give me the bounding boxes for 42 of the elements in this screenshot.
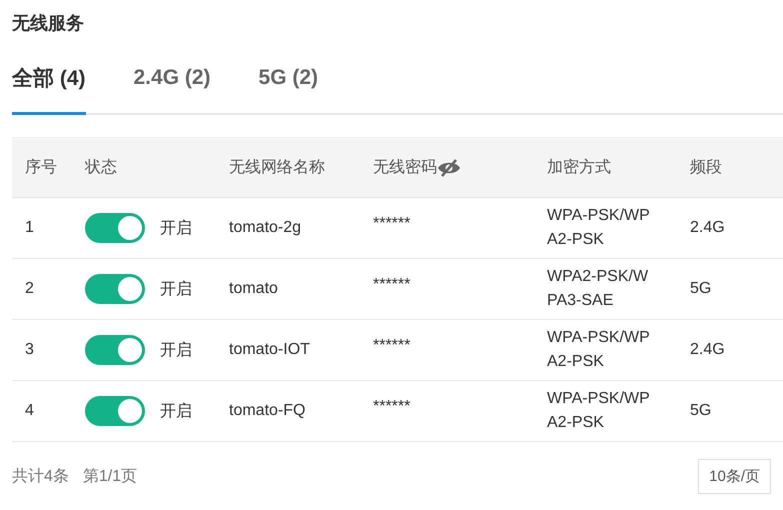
page-indicator: 第1/1页 bbox=[82, 467, 138, 487]
status-text: 开启 bbox=[160, 280, 192, 300]
table-cell: ****** bbox=[373, 337, 410, 354]
toggle-switch[interactable] bbox=[85, 274, 145, 304]
toggle-switch[interactable] bbox=[85, 213, 145, 243]
table-cell: ****** bbox=[373, 398, 410, 415]
table-cell-text: WPA-PSK/WPA2-PSK bbox=[547, 389, 651, 433]
table-cell-text: 2.4G bbox=[689, 219, 726, 237]
table-cell-text: WPA-PSK/WPA2-PSK bbox=[547, 328, 651, 372]
column-header: 加密方式 bbox=[547, 158, 611, 178]
toggle-switch[interactable] bbox=[85, 335, 145, 365]
page-size-select[interactable]: 10条/页 bbox=[698, 459, 771, 494]
filter-tab[interactable]: 5G (2) bbox=[258, 64, 318, 115]
column-header: 序号 bbox=[25, 158, 57, 178]
column-header: 无线密码 bbox=[373, 158, 437, 178]
filter-tab[interactable]: 全部 (4) bbox=[12, 64, 86, 115]
status-text: 开启 bbox=[160, 340, 192, 360]
status-text: 开启 bbox=[160, 218, 192, 238]
status-text: 开启 bbox=[160, 402, 192, 422]
section-title: 无线服务 bbox=[12, 12, 84, 35]
table-cell-text: 3 bbox=[24, 341, 35, 359]
table-cell-text: 1 bbox=[24, 219, 35, 237]
column-header: 频段 bbox=[690, 158, 722, 178]
table-cell-text: 4 bbox=[24, 402, 35, 420]
table-cell: ****** bbox=[373, 276, 410, 293]
table-cell: ****** bbox=[373, 215, 410, 232]
table-cell-text: tomato-FQ bbox=[228, 402, 306, 420]
table-cell-text: tomato-IOT bbox=[228, 341, 311, 359]
filter-tab[interactable]: 2.4G (2) bbox=[134, 64, 211, 115]
table-cell-text: 5G bbox=[689, 402, 712, 420]
table-cell-text: 2 bbox=[24, 280, 35, 298]
table-cell-text: tomato-2g bbox=[228, 219, 302, 237]
table-cell-text: WPA-PSK/WPA2-PSK bbox=[547, 206, 651, 250]
total-count: 共计4条 bbox=[12, 466, 69, 487]
column-header: 无线网络名称 bbox=[229, 158, 325, 178]
table-cell-text: 5G bbox=[689, 280, 712, 298]
column-header: 状态 bbox=[85, 158, 117, 178]
toggle-switch[interactable] bbox=[85, 396, 145, 426]
table-cell-text: 2.4G bbox=[689, 341, 726, 359]
table-cell-text: WPA2-PSK/WPA3-SAE bbox=[547, 267, 650, 311]
eye-slash-icon[interactable] bbox=[437, 158, 461, 176]
table-cell-text: tomato bbox=[228, 280, 279, 298]
